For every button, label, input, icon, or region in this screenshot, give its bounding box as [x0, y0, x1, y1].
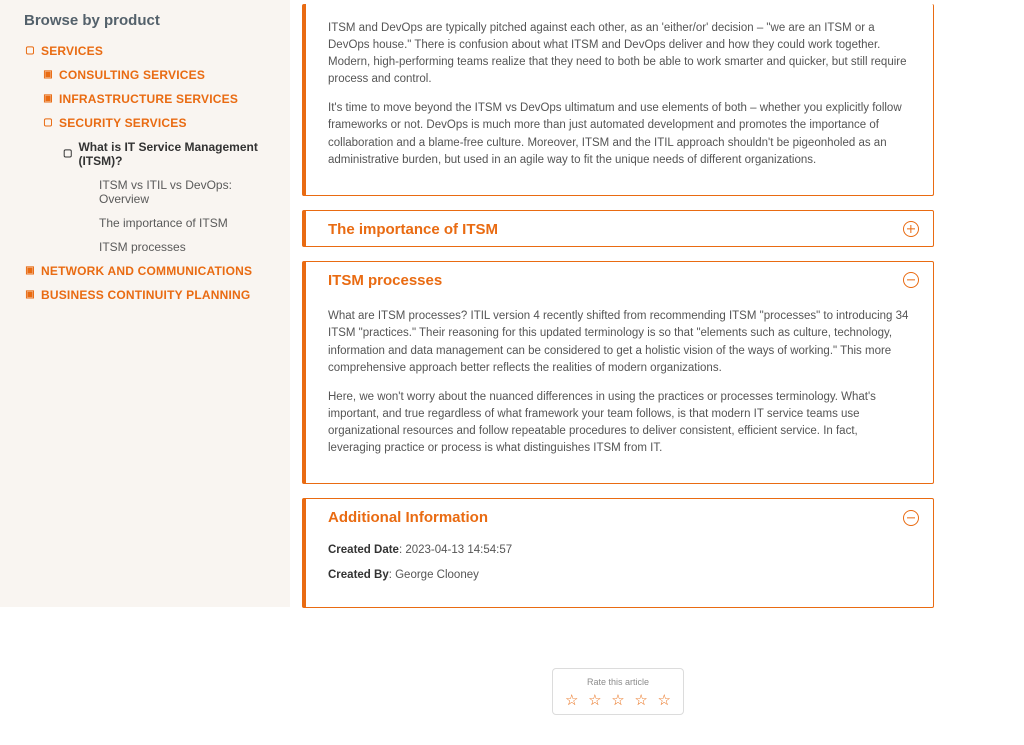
paragraph: It's time to move beyond the ITSM vs Dev…: [328, 100, 911, 169]
plus-icon: ▣: [43, 94, 53, 104]
sidebar-item-network[interactable]: ▣ NETWORK AND COMMUNICATIONS: [25, 259, 280, 283]
sidebar: Browse by product ▢ SERVICES ▣ CONSULTIN…: [0, 0, 290, 607]
star-icon[interactable]: ☆: [611, 693, 624, 708]
card-title: Additional Information: [328, 509, 488, 526]
card-header-importance[interactable]: The importance of ITSM: [306, 211, 933, 246]
sidebar-item-infrastructure[interactable]: ▣ INFRASTRUCTURE SERVICES: [43, 87, 280, 111]
plus-icon: ▣: [25, 266, 35, 276]
card-processes: ITSM processes What are ITSM processes? …: [302, 261, 934, 485]
star-icon[interactable]: ☆: [634, 693, 647, 708]
plus-icon: [903, 221, 919, 237]
main-content: ITSM and DevOps are typically pitched ag…: [290, 0, 1024, 745]
sidebar-item-itsm-vs[interactable]: ITSM vs ITIL vs DevOps: Overview: [63, 173, 280, 211]
minus-icon: ▢: [25, 46, 35, 56]
card-title: ITSM processes: [328, 272, 442, 289]
sidebar-item-bcp[interactable]: ▣ BUSINESS CONTINUITY PLANNING: [25, 283, 280, 307]
paragraph: What are ITSM processes? ITIL version 4 …: [328, 308, 911, 377]
card-importance: The importance of ITSM: [302, 210, 934, 247]
paragraph: Here, we won't worry about the nuanced d…: [328, 389, 911, 458]
sidebar-item-processes[interactable]: ITSM processes: [63, 235, 280, 259]
minus-icon: ▢: [43, 118, 53, 128]
created-by-line: Created By: George Clooney: [328, 567, 911, 584]
sidebar-item-importance[interactable]: The importance of ITSM: [63, 211, 280, 235]
paragraph: ITSM and DevOps are typically pitched ag…: [328, 20, 911, 89]
nav-tree: ▢ SERVICES ▣ CONSULTING SERVICES ▣ INFRA…: [24, 39, 280, 307]
minus-icon: ▢: [63, 149, 72, 159]
card-header-processes[interactable]: ITSM processes: [306, 262, 933, 297]
card-header-additional-info[interactable]: Additional Information: [306, 499, 933, 534]
rating-stars: ☆ ☆ ☆ ☆ ☆: [563, 693, 673, 708]
plus-icon: ▣: [25, 290, 35, 300]
minus-icon: [903, 510, 919, 526]
sidebar-heading: Browse by product: [24, 12, 280, 29]
created-date-line: Created Date: 2023-04-13 14:54:57: [328, 542, 911, 559]
plus-icon: ▣: [43, 70, 53, 80]
card-additional-info: Additional Information Created Date: 202…: [302, 498, 934, 608]
card-body: Created Date: 2023-04-13 14:54:57 Create…: [306, 542, 933, 607]
sidebar-item-services[interactable]: ▢ SERVICES: [25, 39, 280, 63]
card-body: What are ITSM processes? ITIL version 4 …: [306, 308, 933, 483]
sidebar-item-consulting[interactable]: ▣ CONSULTING SERVICES: [43, 63, 280, 87]
card-title: The importance of ITSM: [328, 221, 498, 238]
star-icon[interactable]: ☆: [588, 693, 601, 708]
rating-label: Rate this article: [563, 677, 673, 687]
minus-icon: [903, 272, 919, 288]
card-itsm-vs-devops: ITSM and DevOps are typically pitched ag…: [302, 4, 934, 196]
rating-box: Rate this article ☆ ☆ ☆ ☆ ☆: [552, 668, 684, 715]
star-icon[interactable]: ☆: [658, 693, 671, 708]
star-icon[interactable]: ☆: [565, 693, 578, 708]
sidebar-item-what-is-itsm[interactable]: ▢ What is IT Service Management (ITSM)?: [63, 135, 280, 173]
sidebar-item-security[interactable]: ▢ SECURITY SERVICES: [43, 111, 280, 135]
